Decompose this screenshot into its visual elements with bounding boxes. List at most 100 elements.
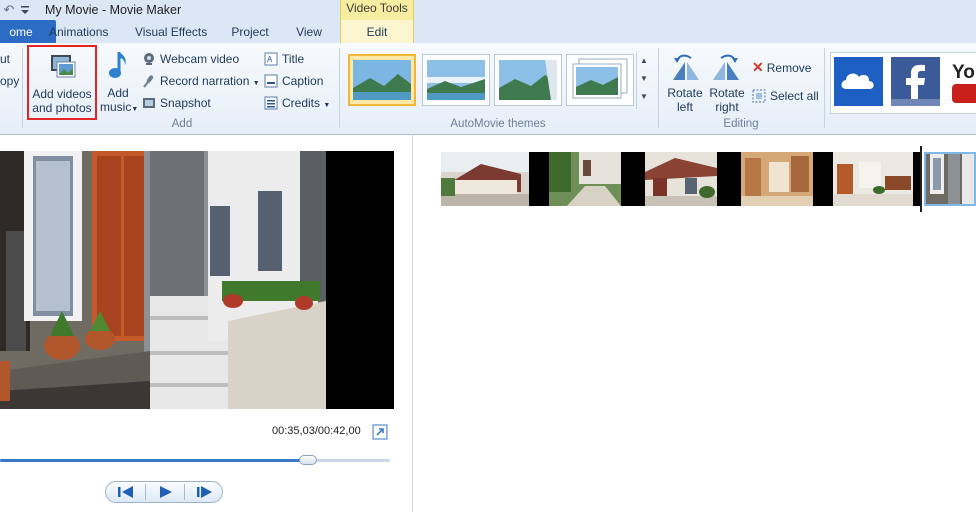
- scroll-up-icon[interactable]: ▲: [637, 52, 651, 70]
- time-readout: 00:35,03/00:42,00: [272, 425, 361, 437]
- editing-group-label: Editing: [723, 118, 759, 130]
- clip-image: [645, 152, 717, 206]
- fullscreen-icon[interactable]: [372, 424, 388, 440]
- film-photo-icon: [51, 55, 76, 78]
- window-title: My Movie - Movie Maker: [45, 3, 182, 17]
- clip-thumbnail[interactable]: [833, 152, 913, 206]
- dropdown-arrow-icon: ▼: [131, 106, 139, 113]
- credits-label: Credits: [282, 96, 321, 110]
- rotate-left-button[interactable]: Rotate left: [664, 50, 706, 116]
- snapshot-label: Snapshot: [160, 96, 211, 110]
- youtube-text: You: [952, 62, 976, 83]
- clip-thumbnail[interactable]: [441, 152, 529, 206]
- play-button[interactable]: [146, 482, 184, 502]
- cut-button[interactable]: ut: [0, 49, 10, 69]
- clip-image: [741, 152, 813, 206]
- remove-x-icon: ✕: [752, 59, 764, 75]
- clip-divider: [717, 152, 741, 206]
- webcam-video-label: Webcam video: [160, 52, 240, 66]
- playhead[interactable]: [920, 146, 922, 212]
- rotate-right-button[interactable]: Rotate right: [706, 50, 748, 116]
- caption-label: Caption: [282, 74, 324, 88]
- remove-label: Remove: [766, 61, 812, 75]
- rotate-left-line2: left: [676, 100, 693, 114]
- dropdown-arrow-icon: ▼: [323, 102, 331, 109]
- add-videos-and-photos-button[interactable]: Add videos and photos: [27, 45, 97, 120]
- svg-text:A: A: [267, 55, 273, 64]
- rotate-left-icon: [673, 54, 699, 80]
- credits-icon: [264, 96, 278, 110]
- video-preview[interactable]: [0, 151, 394, 409]
- theme-thumbnail[interactable]: [422, 54, 490, 106]
- automovie-themes-label: AutoMovie themes: [450, 118, 546, 130]
- seek-thumb[interactable]: [299, 455, 317, 465]
- theme-thumbnail[interactable]: [348, 54, 416, 106]
- clip-divider: [529, 152, 549, 206]
- title-icon: A: [264, 52, 278, 66]
- tab-visual-effects[interactable]: Visual Effects: [135, 20, 207, 43]
- tab-edit[interactable]: Edit: [340, 20, 414, 43]
- snapshot-button[interactable]: Snapshot: [142, 93, 211, 113]
- clip-thumbnail[interactable]: [645, 152, 717, 206]
- theme-thumbnail[interactable]: [566, 54, 634, 106]
- rotate-right-line2: right: [715, 100, 739, 114]
- scroll-down-icon[interactable]: ▼: [637, 70, 651, 88]
- theme-thumbnail[interactable]: [494, 54, 562, 106]
- tab-view[interactable]: View: [294, 20, 324, 43]
- remove-button[interactable]: ✕ Remove: [752, 57, 811, 77]
- clip-divider: [621, 152, 645, 206]
- add-music-label-line1: Add: [107, 86, 129, 100]
- previous-frame-button[interactable]: [107, 482, 145, 502]
- themes-scroll[interactable]: ▲ ▼ ▼: [636, 52, 651, 109]
- add-music-button[interactable]: Add music▼: [100, 48, 139, 114]
- clip-thumbnail[interactable]: [549, 152, 621, 206]
- quick-access-menu-icon[interactable]: [20, 4, 30, 16]
- select-all-label: Select all: [770, 89, 819, 103]
- gallery-more-icon[interactable]: ▼: [637, 88, 651, 106]
- youtube-button[interactable]: You: [948, 57, 976, 106]
- theme-preview-icon: [353, 60, 411, 100]
- microphone-icon: [143, 75, 154, 88]
- clip-thumbnail-selected[interactable]: [924, 152, 976, 206]
- group-divider: [339, 48, 340, 128]
- clip-image: [441, 152, 529, 206]
- play-icon: [160, 486, 172, 498]
- facebook-button[interactable]: [891, 57, 940, 106]
- add-media-label-line1: Add videos: [32, 87, 92, 101]
- next-frame-icon: [197, 486, 212, 498]
- facebook-icon: [891, 64, 940, 106]
- next-frame-button[interactable]: [184, 482, 222, 502]
- tab-project[interactable]: Project: [229, 20, 271, 43]
- dropdown-arrow-icon: ▼: [252, 80, 260, 87]
- snapshot-icon: [143, 98, 155, 108]
- clip-image: [926, 154, 974, 204]
- cloud-icon: [841, 73, 874, 89]
- add-media-label-line2: and photos: [32, 101, 92, 115]
- webcam-icon: [144, 53, 154, 65]
- tab-home[interactable]: ome: [0, 20, 56, 43]
- select-all-button[interactable]: Select all: [752, 86, 819, 106]
- playback-controls: [105, 481, 223, 503]
- group-divider: [22, 48, 23, 128]
- copy-button[interactable]: opy: [0, 71, 19, 91]
- caption-button[interactable]: Caption: [264, 71, 323, 91]
- theme-preview-icon: [572, 58, 628, 99]
- youtube-icon: [952, 84, 976, 103]
- rotate-right-icon: [713, 54, 739, 80]
- clip-thumbnail[interactable]: [741, 152, 813, 206]
- onedrive-button[interactable]: [834, 57, 883, 106]
- clip-strip: [441, 152, 976, 206]
- rotate-right-line1: Rotate: [709, 86, 745, 100]
- webcam-video-button[interactable]: Webcam video: [142, 49, 239, 69]
- video-tools-header: Video Tools: [340, 0, 414, 20]
- tab-animations[interactable]: Animations: [49, 20, 108, 43]
- music-note-icon: [109, 52, 126, 78]
- clip-image: [833, 152, 913, 206]
- caption-icon: [264, 74, 278, 88]
- undo-icon[interactable]: ↶: [0, 1, 18, 19]
- title-button[interactable]: A Title: [264, 49, 304, 69]
- credits-button[interactable]: Credits ▼: [264, 93, 330, 113]
- add-group-label: Add: [171, 118, 193, 130]
- theme-preview-icon: [499, 60, 557, 100]
- record-narration-button[interactable]: Record narration ▼: [142, 71, 260, 91]
